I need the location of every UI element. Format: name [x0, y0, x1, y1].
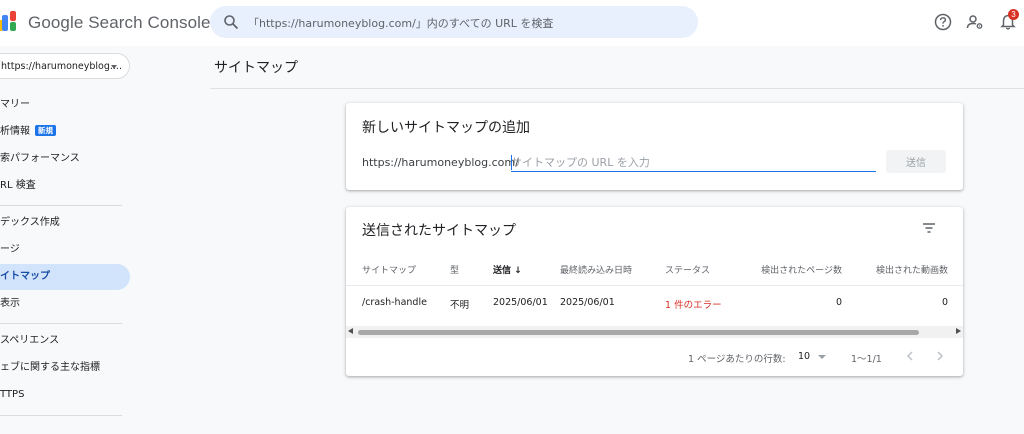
column-header-status[interactable]: ステータス [665, 263, 710, 276]
submitted-sitemaps-title: 送信されたサイトマップ [362, 223, 516, 239]
column-header-last-read[interactable]: 最終読み込み日時 [560, 263, 632, 276]
sidebar-item-core-web-vitals[interactable]: ェブに関する主な指標 [0, 355, 130, 381]
sidebar-section-indexing: デックス作成 [0, 217, 60, 228]
scroll-right-arrow-icon[interactable] [956, 328, 961, 334]
chevron-down-icon [111, 65, 117, 69]
header-divider [346, 285, 963, 286]
sort-arrow-down-icon: ↓ [514, 266, 522, 276]
rows-per-page-label: 1 ページあたりの行数: [688, 354, 786, 365]
top-app-bar: Google Search Console 「https://harumoney… [0, 0, 1024, 46]
sidebar-item-https[interactable]: TTPS [0, 382, 130, 408]
search-icon [224, 15, 239, 30]
sidebar-item-summary[interactable]: マリー [0, 92, 130, 118]
new-badge: 新規 [35, 125, 56, 136]
sidebar-divider [0, 415, 122, 416]
cell-last-read: 2025/06/01 [560, 297, 615, 308]
sidebar-item-url-inspection[interactable]: RL 検査 [0, 173, 130, 199]
add-sitemap-card: 新しいサイトマップの追加 https://harumoneyblog.com/ … [346, 103, 963, 190]
submitted-sitemaps-card: 送信されたサイトマップ サイトマップ 型 送信 ↓ 最終読み込み日時 ステータス… [346, 207, 963, 376]
property-selector[interactable]: https://harumoneyblog.... [0, 53, 130, 79]
sidebar-divider [0, 323, 122, 324]
cell-discovered-pages: 0 [835, 297, 842, 308]
next-page-icon[interactable] [934, 349, 946, 363]
sidebar-divider [0, 205, 122, 206]
cell-discovered-videos: 0 [941, 297, 948, 308]
search-console-logo-icon[interactable] [0, 11, 22, 33]
sidebar-item-performance[interactable]: 索パフォーマンス [0, 146, 130, 172]
chevron-down-icon[interactable] [818, 355, 826, 359]
title-divider [210, 88, 1024, 89]
cell-status-error: 1 件のエラー [665, 300, 722, 311]
add-sitemap-title: 新しいサイトマップの追加 [362, 120, 530, 136]
sidebar-item-pages[interactable]: ージ [0, 237, 130, 263]
sidebar-item-sitemaps[interactable]: イトマップ [0, 264, 130, 290]
cell-submitted: 2025/06/01 [493, 297, 548, 308]
cell-type: 不明 [450, 300, 470, 311]
filter-icon[interactable] [922, 222, 936, 234]
submit-sitemap-button[interactable]: 送信 [886, 150, 946, 173]
scroll-left-arrow-icon[interactable] [348, 328, 353, 334]
help-icon[interactable] [934, 13, 952, 31]
sidebar-section-experience: スペリエンス [0, 335, 60, 346]
sitemap-url-input[interactable] [511, 153, 876, 172]
column-header-type[interactable]: 型 [450, 263, 459, 276]
cell-sitemap: /crash-handle [362, 297, 427, 308]
notification-count-badge: 3 [1008, 9, 1019, 20]
sitemap-url-prefix: https://harumoneyblog.com/ [362, 156, 519, 169]
sidebar: https://harumoneyblog.... マリー 析情報 新規 索パフォ… [0, 46, 130, 434]
text-cursor [511, 155, 512, 170]
manage-users-icon[interactable] [966, 13, 984, 31]
scrollbar-thumb[interactable] [358, 330, 919, 335]
column-header-submitted[interactable]: 送信 ↓ [493, 263, 522, 276]
page-title: サイトマップ [214, 60, 298, 76]
app-title[interactable]: Google Search Console [28, 13, 211, 33]
sidebar-item-insights[interactable]: 析情報 新規 [0, 119, 130, 145]
pagination-range: 1〜1/1 [851, 354, 882, 365]
column-header-discovered-pages[interactable]: 検出されたページ数 [736, 263, 842, 276]
property-selector-label: https://harumoneyblog.... [1, 61, 122, 72]
previous-page-icon[interactable] [904, 349, 916, 363]
rows-per-page-select[interactable]: 10 [798, 351, 810, 362]
column-header-discovered-videos[interactable]: 検出された動画数 [846, 263, 948, 276]
column-header-sitemap[interactable]: サイトマップ [362, 263, 416, 276]
sidebar-item-removals[interactable]: 表示 [0, 291, 130, 317]
search-placeholder[interactable]: 「https://harumoneyblog.com/」内のすべての URL を… [248, 15, 553, 31]
